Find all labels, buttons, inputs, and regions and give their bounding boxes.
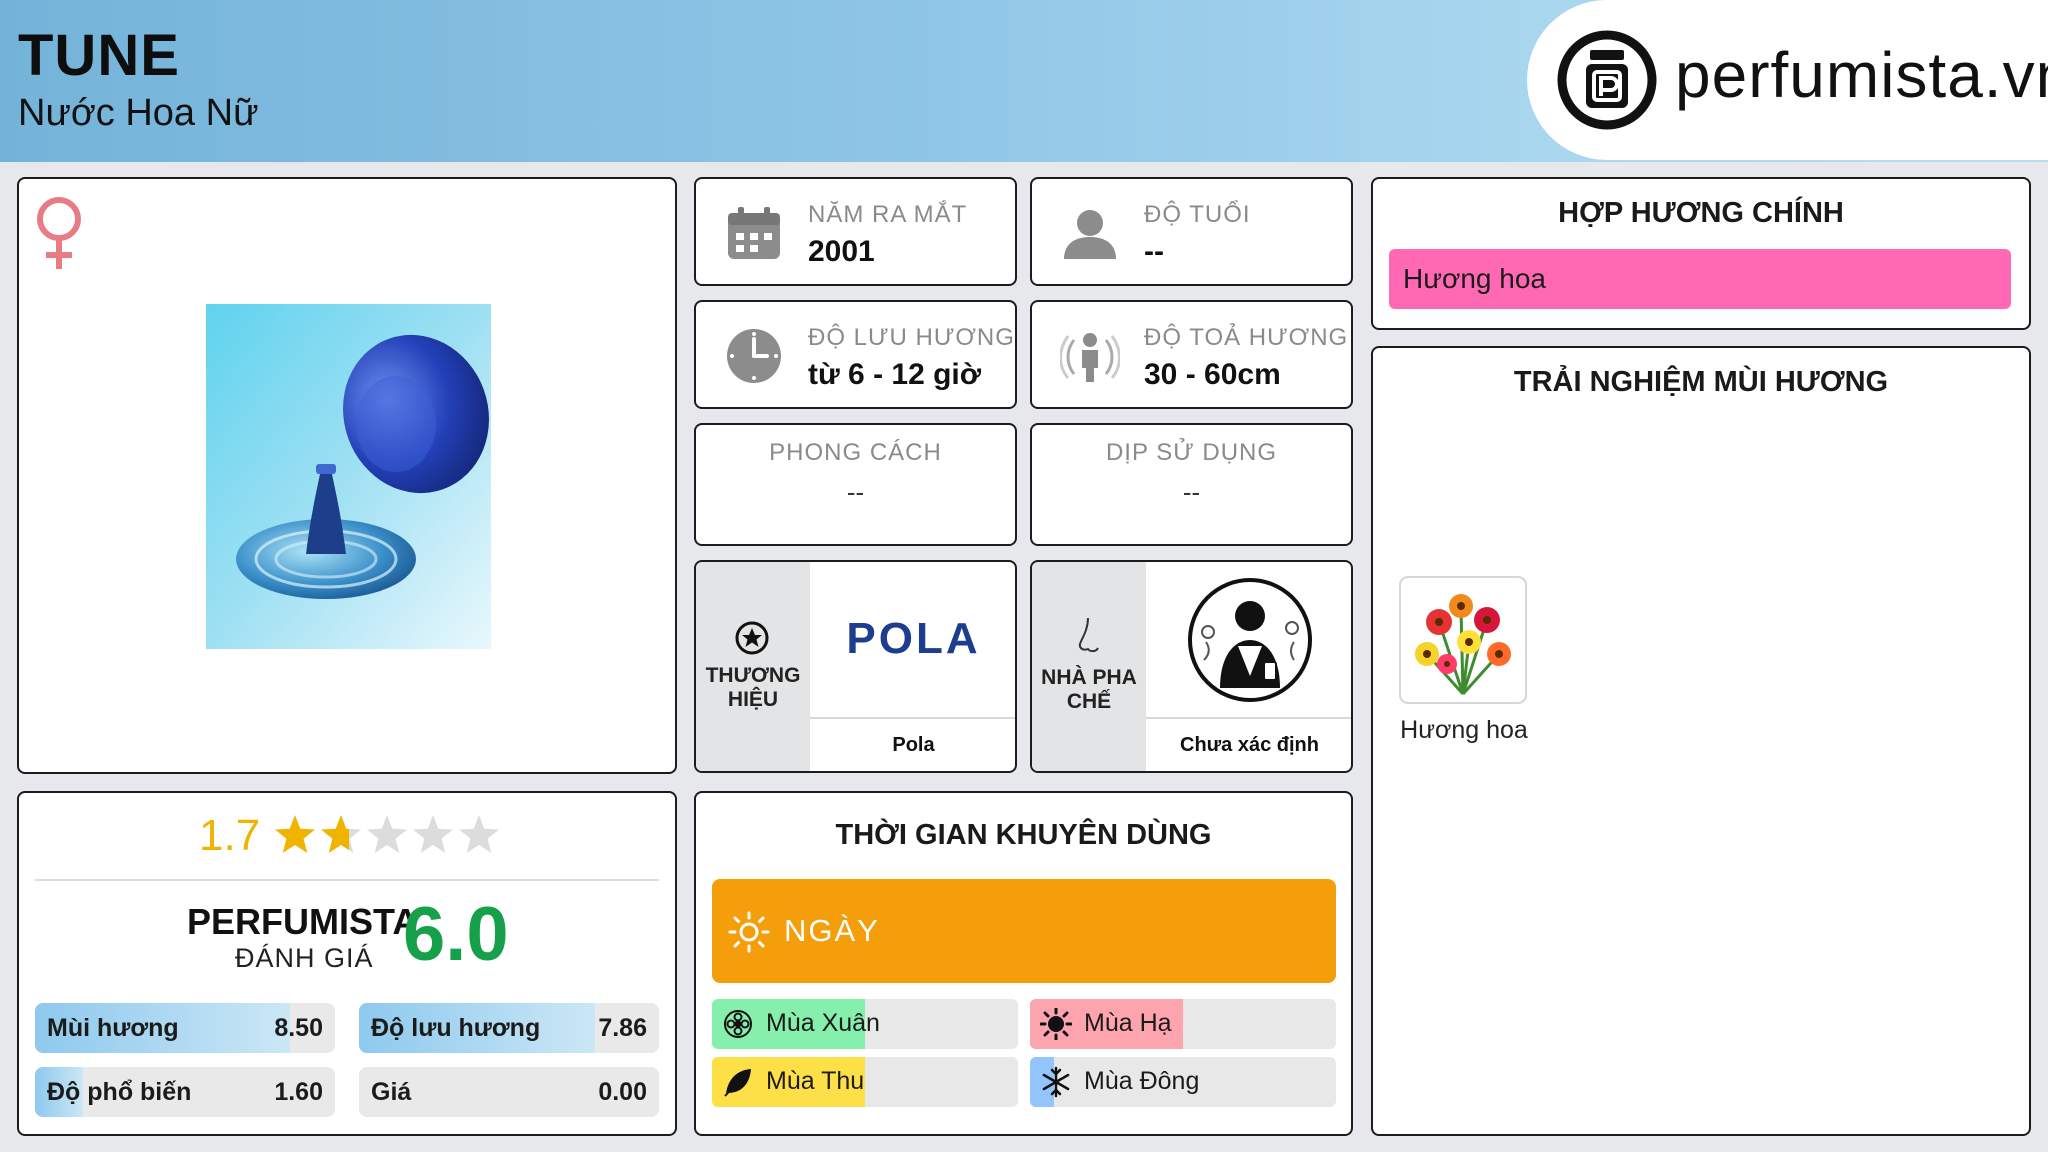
rating-star[interactable]: [275, 815, 315, 853]
rating-card: 1.7 PERFUMISTA ĐÁNH GIÁ 6.0 Mùi hương 8.…: [17, 791, 677, 1136]
perfumer-divider: [1146, 717, 1351, 719]
brand-label-line2: HIỆU: [727, 688, 779, 711]
brand-logo: POLA: [846, 614, 981, 663]
product-image-card: [17, 177, 677, 774]
season-label: Mùa Đông: [1084, 1067, 1200, 1095]
perfumer-avatar-icon: [1188, 578, 1312, 702]
perfume-bottle-image: [206, 304, 491, 649]
nose-icon: [1078, 617, 1099, 653]
brand-divider: [810, 717, 1015, 719]
season-winter: Mùa Đông: [1030, 1057, 1336, 1107]
launch-year-label: NĂM RA MẮT: [808, 201, 968, 228]
rating-bar-longevity: Độ lưu hương 7.86: [359, 1003, 659, 1053]
sillage-card: ĐỘ TOẢ HƯƠNG 30 - 60cm: [1030, 300, 1353, 409]
season-spring: Mùa Xuân: [712, 999, 1018, 1049]
perfumista-sublabel: ĐÁNH GIÁ: [235, 943, 374, 973]
brand-card[interactable]: THƯƠNG HIỆU POLA Pola: [694, 560, 1017, 773]
user-rating-score: 1.7: [199, 811, 261, 860]
season-label: Mùa Hạ: [1084, 1009, 1172, 1037]
accord-label: Hương hoa: [1403, 263, 1546, 294]
rating-bar-label: Mùi hương: [47, 1014, 179, 1042]
launch-year-card: NĂM RA MẮT 2001: [694, 177, 1017, 286]
rating-bar-label: Độ lưu hương: [371, 1014, 541, 1042]
perfume-subtitle: Nước Hoa Nữ: [18, 92, 259, 134]
perfume-title: TUNE: [18, 23, 180, 88]
brand-name: Pola: [892, 734, 935, 756]
snowflake-icon: [1042, 1066, 1070, 1098]
person-icon: [1064, 210, 1116, 259]
sun-icon: [728, 911, 770, 953]
perfumer-name: Chưa xác định: [1180, 734, 1319, 756]
age-value: --: [1144, 235, 1164, 268]
rating-bar-value: 0.00: [598, 1078, 647, 1106]
style-value: --: [846, 477, 865, 507]
age-card: ĐỘ TUỔI --: [1030, 177, 1353, 286]
rating-bar-label: Giá: [371, 1078, 412, 1106]
rating-star[interactable]: [413, 815, 453, 853]
flower-icon: [724, 1010, 752, 1038]
rating-star[interactable]: [459, 815, 499, 853]
longevity-card: ĐỘ LƯU HƯƠNG từ 6 - 12 giờ: [694, 300, 1017, 409]
rating-bar-value: 7.86: [598, 1014, 647, 1042]
scent-item-label: Hương hoa: [1400, 716, 1528, 744]
style-card: PHONG CÁCH --: [694, 423, 1017, 546]
brand-label-panel: THƯƠNG HIỆU: [696, 562, 810, 771]
occasion-label: DỊP SỬ DỤNG: [1105, 439, 1278, 466]
perfumer-label-panel: NHÀ PHA CHẾ: [1032, 562, 1146, 771]
user-rating: 1.7: [19, 811, 675, 861]
clock-icon: [727, 329, 781, 383]
perfumista-logo-icon: [1557, 30, 1657, 130]
rating-divider: [35, 879, 659, 881]
perfumer-label-line1: NHÀ PHA: [1041, 666, 1137, 689]
occasion-value: --: [1182, 477, 1201, 507]
rating-star[interactable]: [367, 815, 407, 853]
brand-label-line1: THƯƠNG: [705, 664, 801, 687]
star-badge-icon: [735, 621, 769, 655]
sillage-label: ĐỘ TOẢ HƯƠNG: [1144, 324, 1349, 351]
scent-item[interactable]: Hương hoa: [1399, 576, 1529, 756]
day-label: NGÀY: [784, 913, 880, 948]
rating-bar-price: Giá 0.00: [359, 1067, 659, 1117]
launch-year-value: 2001: [808, 235, 875, 268]
season-summer: Mùa Hạ: [1030, 999, 1336, 1049]
leaf-icon: [724, 1069, 751, 1097]
season-autumn: Mùa Thu: [712, 1057, 1018, 1107]
main-accords-card: HỢP HƯƠNG CHÍNH Hương hoa: [1371, 177, 2031, 330]
longevity-value: từ 6 - 12 giờ: [808, 358, 982, 391]
perfumer-card[interactable]: NHÀ PHA CHẾ Chưa xác định: [1030, 560, 1353, 773]
perfumer-label-line2: CHẾ: [1066, 690, 1112, 713]
longevity-label: ĐỘ LƯU HƯƠNG: [808, 324, 1015, 351]
scent-experience-card: TRẢI NGHIỆM MÙI HƯƠNG Hương hoa: [1371, 346, 2031, 1136]
rating-bar-value: 1.60: [274, 1078, 323, 1106]
site-logo[interactable]: perfumista.vn: [1527, 0, 2048, 160]
scent-experience-title: TRẢI NGHIỆM MÙI HƯƠNG: [1513, 366, 1889, 398]
day-bar: NGÀY: [712, 879, 1336, 983]
season-label: Mùa Thu: [766, 1067, 865, 1095]
accord-bar[interactable]: Hương hoa: [1389, 249, 2011, 309]
page-header: TUNE Nước Hoa Nữ perfumista.vn: [0, 0, 2048, 162]
rating-bar-scent: Mùi hương 8.50: [35, 1003, 335, 1053]
main-accords-title: HỢP HƯƠNG CHÍNH: [1558, 197, 1844, 229]
calendar-icon: [728, 207, 780, 259]
style-label: PHONG CÁCH: [769, 439, 942, 466]
rating-bar-label: Độ phổ biến: [47, 1078, 192, 1106]
sun-filled-icon: [1040, 1008, 1072, 1040]
age-label: ĐỘ TUỔI: [1144, 201, 1251, 228]
occasion-card: DỊP SỬ DỤNG --: [1030, 423, 1353, 546]
star-rating[interactable]: [273, 813, 503, 859]
sillage-person-icon: [1060, 333, 1120, 382]
rating-bar-value: 8.50: [274, 1014, 323, 1042]
recommended-time-card: THỜI GIAN KHUYÊN DÙNG NGÀY Mùa Xuân Mùa …: [694, 791, 1353, 1136]
season-label: Mùa Xuân: [766, 1009, 880, 1037]
recommended-time-title: THỜI GIAN KHUYÊN DÙNG: [835, 819, 1212, 851]
logo-text: perfumista.vn: [1675, 39, 2048, 111]
sillage-value: 30 - 60cm: [1144, 358, 1281, 391]
rating-bar-popularity: Độ phổ biến 1.60: [35, 1067, 335, 1117]
perfumista-label: PERFUMISTA: [187, 901, 419, 942]
perfumista-score: 6.0: [403, 892, 509, 977]
flower-bouquet-icon: [1399, 576, 1527, 704]
rating-star[interactable]: [321, 815, 361, 853]
female-symbol-icon: [37, 197, 81, 269]
